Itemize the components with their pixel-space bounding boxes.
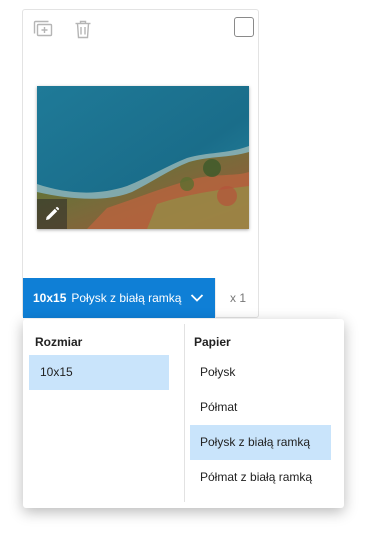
pencil-icon xyxy=(46,206,60,220)
size-column: Rozmiar 10x15 xyxy=(29,319,169,390)
size-option-10x15[interactable]: 10x15 xyxy=(29,355,169,390)
print-options-dropdown: Rozmiar 10x15 Papier Połysk Półmat Połys… xyxy=(23,319,344,508)
paper-option-polysk-z-biala-ramka[interactable]: Połysk z białą ramką xyxy=(190,425,331,460)
paper-option-polysk[interactable]: Połysk xyxy=(190,355,331,390)
chevron-down-icon xyxy=(190,294,204,302)
size-heading: Rozmiar xyxy=(35,335,83,349)
selected-size: 10x15 xyxy=(33,291,67,305)
trash-icon[interactable] xyxy=(72,18,94,40)
select-checkbox[interactable] xyxy=(234,17,254,37)
paper-option-polmat[interactable]: Półmat xyxy=(190,390,331,425)
photo-card: 10x15 Połysk z białą ramką x 1 xyxy=(22,9,259,318)
copy-photo-icon[interactable] xyxy=(32,18,54,40)
edit-photo-button[interactable] xyxy=(37,199,67,229)
paper-option-polmat-z-biala-ramka[interactable]: Półmat z białą ramką xyxy=(190,460,331,495)
photo-thumbnail[interactable] xyxy=(37,86,249,229)
print-option-selector[interactable]: 10x15 Połysk z białą ramką xyxy=(23,278,215,318)
paper-column: Papier Połysk Półmat Połysk z białą ramk… xyxy=(190,319,331,495)
quantity[interactable]: x 1 xyxy=(215,278,260,318)
selected-paper: Połysk z białą ramką xyxy=(71,291,182,305)
paper-heading: Papier xyxy=(194,335,231,349)
coastline-photo xyxy=(37,86,249,229)
column-divider xyxy=(184,324,185,502)
